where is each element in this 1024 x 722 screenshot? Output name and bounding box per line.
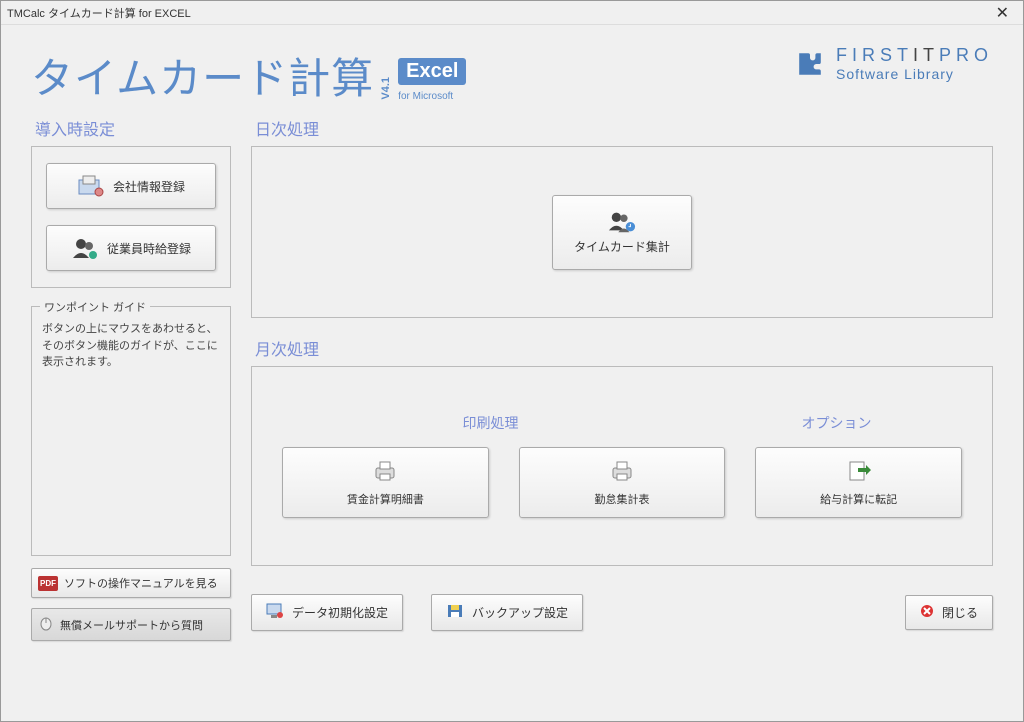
close-label: 閉じる (942, 604, 978, 621)
titlebar: TMCalc タイムカード計算 for EXCEL ✕ (1, 1, 1023, 25)
brand-word3: PRO (939, 45, 993, 65)
excel-badge: Excel (398, 58, 466, 85)
printer-icon (609, 460, 635, 485)
timecard-icon (608, 210, 636, 234)
employee-reg-label: 従業員時給登録 (107, 240, 191, 257)
salary-post-button[interactable]: 給与計算に転記 (755, 447, 962, 518)
app-title: タイムカード計算 V4.1 Excel for Microsoft (31, 45, 466, 106)
left-column: 導入時設定 会社情報登録 従業員時給登録 (31, 116, 231, 641)
main-area: 導入時設定 会社情報登録 従業員時給登録 (31, 116, 993, 641)
brand-logo: FIRSTITPRO Software Library (792, 45, 993, 82)
version-text: V4.1 (380, 77, 392, 100)
setup-panel: 会社情報登録 従業員時給登録 (31, 146, 231, 288)
mouse-icon (38, 615, 54, 634)
manual-label: ソフトの操作マニュアルを見る (64, 575, 218, 591)
close-red-icon (920, 604, 934, 621)
guide-title: ワンポイント ガイド (40, 299, 150, 315)
data-init-label: データ初期化設定 (292, 604, 388, 621)
monthly-buttons-row: 賃金計算明細書 勤怠集計表 給与計算に転記 (276, 447, 968, 518)
puzzle-icon (792, 46, 828, 82)
printer-icon (372, 460, 398, 485)
close-icon[interactable]: ✕ (990, 3, 1015, 23)
monthly-section-label: 月次処理 (251, 336, 993, 360)
option-section-label: オプション (705, 413, 968, 433)
brand-word2: IT (913, 45, 939, 65)
content-area: タイムカード計算 V4.1 Excel for Microsoft FIRSTI… (1, 25, 1023, 721)
guide-panel: ワンポイント ガイド ボタンの上にマウスをあわせると、そのボタン機能のガイドが、… (31, 306, 231, 556)
monthly-panel: 印刷処理 オプション 賃金計算明細書 (251, 366, 993, 566)
monitor-icon (266, 603, 284, 622)
wage-detail-label: 賃金計算明細書 (347, 491, 424, 507)
app-window: TMCalc タイムカード計算 for EXCEL ✕ タイムカード計算 V4.… (0, 0, 1024, 722)
print-section-label: 印刷処理 (276, 413, 705, 433)
header-row: タイムカード計算 V4.1 Excel for Microsoft FIRSTI… (31, 45, 993, 106)
pdf-icon: PDF (38, 576, 58, 591)
backup-button[interactable]: バックアップ設定 (431, 594, 583, 631)
data-init-button[interactable]: データ初期化設定 (251, 594, 403, 631)
support-label: 無償メールサポートから質問 (60, 617, 203, 633)
backup-label: バックアップ設定 (472, 604, 568, 621)
company-reg-label: 会社情報登録 (113, 178, 185, 195)
disk-icon (446, 603, 464, 622)
employee-reg-button[interactable]: 従業員時給登録 (46, 225, 216, 271)
close-button[interactable]: 閉じる (905, 595, 993, 630)
setup-section-label: 導入時設定 (31, 116, 231, 140)
right-column: 日次処理 タイムカード集計 月次処理 印刷処理 オプション (251, 116, 993, 641)
manual-button[interactable]: PDF ソフトの操作マニュアルを見る (31, 568, 231, 598)
app-title-text: タイムカード計算 (31, 45, 374, 106)
daily-section-label: 日次処理 (251, 116, 993, 140)
document-arrow-icon (846, 460, 872, 485)
monthly-sub-labels: 印刷処理 オプション (276, 413, 968, 433)
support-button[interactable]: 無償メールサポートから質問 (31, 608, 231, 641)
wage-detail-button[interactable]: 賃金計算明細書 (282, 447, 489, 518)
bottom-row: データ初期化設定 バックアップ設定 閉じる (251, 594, 993, 631)
daily-panel: タイムカード集計 (251, 146, 993, 318)
company-icon (77, 174, 105, 198)
company-reg-button[interactable]: 会社情報登録 (46, 163, 216, 209)
attendance-sum-button[interactable]: 勤怠集計表 (519, 447, 726, 518)
employee-icon (71, 236, 99, 260)
brand-tagline: Software Library (836, 66, 993, 82)
salary-post-label: 給与計算に転記 (820, 491, 897, 507)
timecard-agg-button[interactable]: タイムカード集計 (552, 195, 692, 270)
guide-text: ボタンの上にマウスをあわせると、そのボタン機能のガイドが、ここに表示されます。 (42, 321, 220, 371)
timecard-agg-label: タイムカード集計 (574, 238, 670, 255)
left-bottom-buttons: PDF ソフトの操作マニュアルを見る 無償メールサポートから質問 (31, 568, 231, 641)
brand-word1: FIRST (836, 45, 913, 65)
window-title: TMCalc タイムカード計算 for EXCEL (7, 5, 191, 21)
for-microsoft-text: for Microsoft (398, 91, 453, 102)
attendance-sum-label: 勤怠集計表 (595, 491, 650, 507)
brand-text: FIRSTITPRO Software Library (836, 45, 993, 82)
